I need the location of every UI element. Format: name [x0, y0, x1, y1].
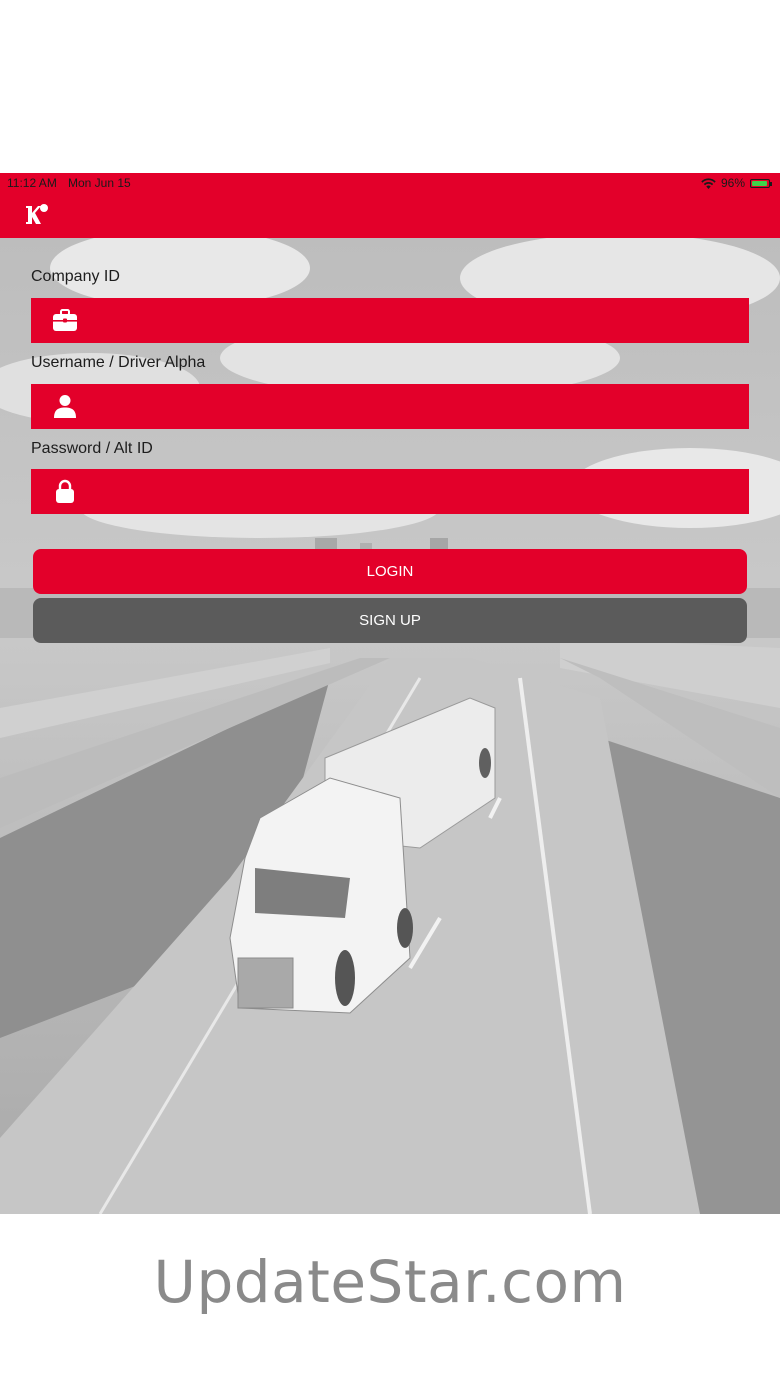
password-field[interactable] [31, 469, 749, 516]
lock-icon [56, 479, 74, 503]
password-label: Password / Alt ID [31, 440, 153, 457]
company-id-input[interactable] [101, 298, 745, 345]
company-id-field[interactable] [31, 298, 749, 345]
page: 11:12 AM Mon Jun 15 96% Company ID Usern… [0, 0, 780, 1387]
status-bar: 11:12 AM Mon Jun 15 96% [0, 173, 780, 193]
nav-bar [0, 193, 780, 238]
password-input[interactable] [101, 469, 745, 516]
battery-icon [750, 178, 772, 188]
login-button[interactable]: LOGIN [33, 549, 747, 594]
briefcase-icon [53, 309, 77, 331]
person-icon [54, 395, 76, 418]
app-screen: 11:12 AM Mon Jun 15 96% Company ID Usern… [0, 173, 780, 1214]
username-field[interactable] [31, 384, 749, 431]
watermark-text: UpdateStar.com [153, 1248, 627, 1316]
battery-fill [752, 180, 768, 186]
username-label: Username / Driver Alpha [31, 354, 206, 371]
k-logo-icon [26, 204, 48, 224]
wifi-icon [701, 177, 716, 189]
battery-percent: 96% [720, 176, 745, 190]
signup-button[interactable]: SIGN UP [33, 598, 747, 643]
status-indicators: 96% [701, 173, 772, 193]
username-input[interactable] [101, 384, 745, 431]
battery-tip [770, 181, 772, 186]
status-time: 11:12 AM [7, 176, 57, 190]
company-id-label: Company ID [31, 268, 120, 285]
status-date: Mon Jun 15 [68, 176, 131, 190]
